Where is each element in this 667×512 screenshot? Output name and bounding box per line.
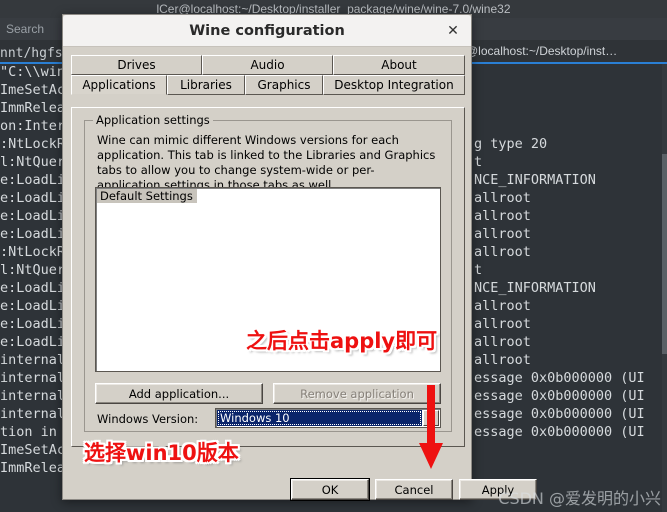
terminal-line: essage 0x0b000000 (UI: [474, 406, 645, 422]
group-description: Wine can mimic different Windows version…: [97, 133, 436, 192]
terminal-line: allroot: [474, 352, 531, 368]
dialog-title: Wine configuration: [189, 23, 345, 39]
applications-listbox[interactable]: Default Settings: [95, 187, 441, 372]
terminal-line: allroot: [474, 208, 531, 224]
tab-label: Audio: [250, 58, 285, 72]
applications-tab-pane: Application settings Wine can mimic diff…: [71, 107, 465, 447]
dialog-titlebar: Wine configuration ✕: [63, 15, 471, 47]
terminal-line: g type 20: [474, 136, 548, 152]
terminal-line: e:LoadLi: [0, 280, 66, 296]
terminal-line: allroot: [474, 226, 531, 242]
terminal-line: t: [474, 262, 483, 278]
tab-graphics[interactable]: Graphics: [245, 75, 323, 95]
tab-drives[interactable]: Drives: [71, 55, 202, 75]
terminal-line: l:NtQuer: [0, 262, 66, 278]
terminal-tab-label: @localhost:~/Desktop/inst…: [466, 44, 618, 58]
close-icon[interactable]: ✕: [443, 21, 463, 41]
terminal-line: allroot: [474, 190, 531, 206]
tab-label: Libraries: [180, 78, 232, 92]
terminal-line: internal: [0, 406, 66, 422]
terminal-line: internal: [0, 388, 66, 404]
terminal-line: allroot: [474, 244, 531, 260]
terminal-line: NCE_INFORMATION: [474, 172, 596, 188]
terminal-line: e:LoadLi: [0, 172, 66, 188]
tab-row-top: Drives Audio About: [71, 55, 465, 75]
terminal-line: e:LoadLi: [0, 208, 66, 224]
terminal-line: "C:\\win: [0, 64, 66, 80]
screen: lCer@localhost:~/Desktop/installer_packa…: [0, 0, 667, 512]
list-item[interactable]: Default Settings: [97, 189, 197, 203]
tab-label: Graphics: [257, 78, 311, 92]
tab-desktop-integration[interactable]: Desktop Integration: [323, 75, 465, 95]
terminal-line: allroot: [474, 334, 531, 350]
terminal-scrollbar[interactable]: [662, 64, 667, 512]
terminal-line: ImmRelea: [0, 100, 66, 116]
remove-application-button: Remove application: [273, 383, 441, 404]
terminal-line: e:LoadLi: [0, 226, 66, 242]
terminal-line: e:LoadLi: [0, 190, 66, 206]
terminal-line: e:LoadLi: [0, 316, 66, 332]
wine-configuration-dialog: Wine configuration ✕ Drives Audio About Ap…: [62, 14, 537, 500]
tab-label: Desktop Integration: [334, 78, 454, 92]
terminal-line: allroot: [474, 298, 531, 314]
dialog-client-area: Drives Audio About Applications Libraries Gr…: [63, 47, 471, 499]
ok-button[interactable]: OK: [291, 479, 369, 500]
terminal-line: :NtLockR: [0, 136, 66, 152]
terminal-line: :NtLockR: [0, 244, 66, 260]
tab-libraries[interactable]: Libraries: [167, 75, 245, 95]
tab-audio[interactable]: Audio: [202, 55, 333, 75]
tab-label: Drives: [117, 58, 156, 72]
terminal-line: on:Inter: [0, 118, 66, 134]
add-application-button[interactable]: Add application...: [95, 383, 263, 404]
windows-version-label: Windows Version:: [97, 412, 199, 426]
group-legend: Application settings: [93, 113, 213, 127]
terminal-line: ImeSetAc: [0, 82, 66, 98]
terminal-line: essage 0x0b000000 (UI: [474, 388, 645, 404]
terminal-line: essage 0x0b000000 (UI: [474, 370, 645, 386]
terminal-line: e:LoadLi: [0, 334, 66, 350]
apply-button[interactable]: Apply: [459, 479, 537, 500]
terminal-line: l:NtQuer: [0, 154, 66, 170]
cancel-button[interactable]: Cancel: [375, 479, 453, 500]
terminal-line: e:LoadLi: [0, 298, 66, 314]
tab-label: About: [381, 58, 417, 72]
tab-about[interactable]: About: [333, 55, 465, 75]
application-settings-group: Application settings Wine can mimic diff…: [84, 113, 452, 432]
terminal-line: internal: [0, 352, 66, 368]
terminal-line: ImeSetAc: [0, 442, 66, 458]
terminal-line: internal: [0, 370, 66, 386]
tab-row-bottom: Applications Libraries Graphics Desktop Int…: [71, 75, 465, 95]
terminal-line: t: [474, 154, 483, 170]
terminal-line: essage 0x0b000000 (UI: [474, 424, 645, 440]
windows-version-combobox[interactable]: Windows 10: [215, 408, 441, 428]
tab-label: Applications: [82, 78, 156, 92]
terminal-line: allroot: [474, 316, 531, 332]
terminal-line: NCE_INFORMATION: [474, 280, 596, 296]
tab-applications[interactable]: Applications: [71, 75, 167, 95]
windows-version-value: Windows 10: [217, 410, 422, 426]
terminal-scroll-thumb[interactable]: [662, 154, 667, 354]
menu-search[interactable]: Search: [6, 22, 44, 36]
terminal-path-line: nnt/hgfs/: [0, 46, 71, 61]
terminal-line: tion in: [0, 424, 57, 440]
chevron-down-icon[interactable]: [423, 410, 439, 426]
